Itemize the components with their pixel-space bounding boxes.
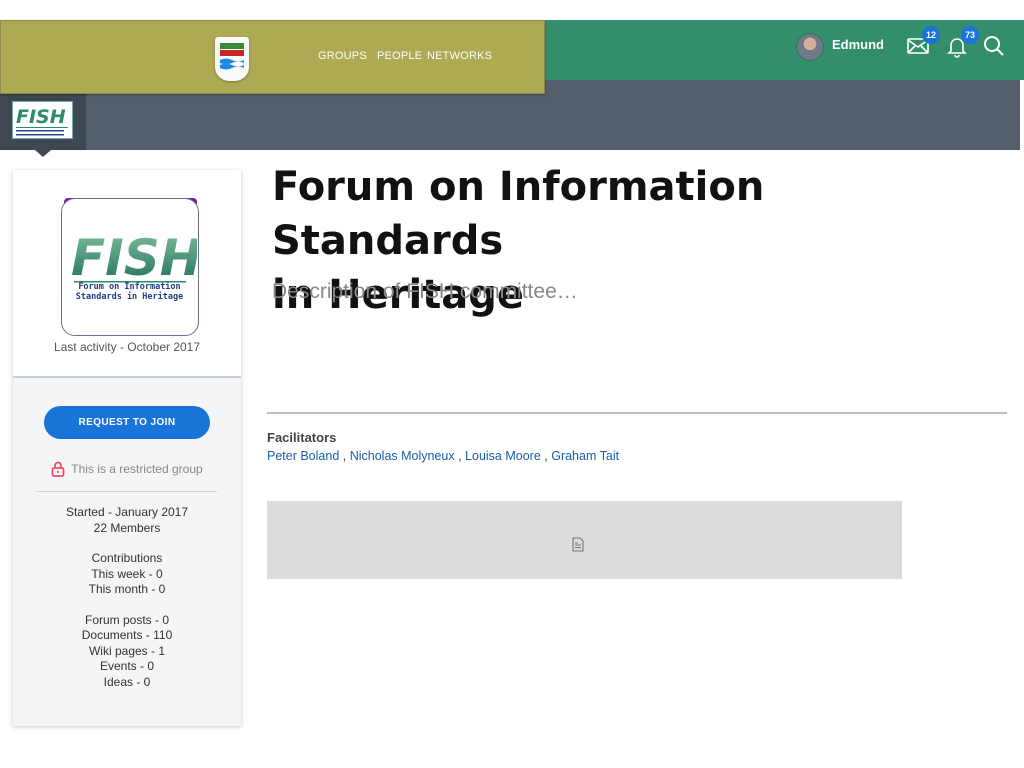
group-logo-section: FISH Forum on Information Standards in H… [13, 170, 241, 378]
search-button[interactable] [982, 34, 1008, 60]
section-divider [267, 412, 1007, 414]
notifications-button[interactable]: 73 [945, 26, 979, 60]
group-stats: Started - January 2017 22 Members Contri… [13, 505, 241, 690]
contributions-week: This week - 0 [91, 566, 163, 581]
restricted-notice: This is a restricted group [13, 461, 241, 477]
events-count: Events - 0 [99, 659, 155, 673]
group-actions: REQUEST TO JOIN This is a restricted gro… [13, 378, 241, 726]
group-info-card: FISH Forum on Information Standards in H… [13, 170, 241, 726]
messages-badge: 12 [922, 26, 940, 44]
restricted-text: This is a restricted group [71, 462, 203, 476]
avatar[interactable] [796, 33, 824, 61]
main-nav: GROUPS PEOPLE NETWORKS [0, 20, 545, 94]
home-shield-logo[interactable] [215, 37, 249, 81]
file-icon [572, 537, 584, 552]
user-menu[interactable]: Edmund [796, 33, 884, 61]
group-thumbnail-tab[interactable]: FISH [0, 94, 86, 150]
contributions-month: This month - 0 [88, 582, 166, 596]
documents-count: Documents - 110 [81, 628, 173, 642]
title-line-1: Forum on Information Standards [272, 164, 765, 264]
lock-icon [51, 461, 65, 477]
messages-button[interactable]: 12 [906, 26, 940, 60]
facilitator-link[interactable]: Louisa Moore [465, 449, 541, 463]
forum-posts-count: Forum posts - 0 [84, 612, 170, 627]
facilitator-link[interactable]: Peter Boland [267, 449, 339, 463]
facilitators-list: Peter Boland , Nicholas Molyneux , Louis… [267, 449, 620, 463]
request-to-join-button[interactable]: REQUEST TO JOIN [44, 406, 210, 439]
logo-caption: Forum on Information Standards in Herita… [75, 282, 184, 302]
search-icon [984, 36, 1004, 56]
group-thumbnail: FISH [12, 101, 73, 139]
facilitator-link[interactable]: Graham Tait [551, 449, 619, 463]
nav-groups[interactable]: GROUPS [318, 50, 367, 62]
thumbnail-logo-text: FISH [16, 106, 66, 128]
ideas-count: Ideas - 0 [103, 674, 151, 689]
notifications-badge: 73 [961, 26, 979, 44]
divider [37, 491, 217, 492]
logo-text: FISH [71, 229, 197, 287]
user-name[interactable]: Edmund [832, 37, 884, 52]
tab-pointer [35, 150, 51, 157]
nav-networks[interactable]: NETWORKS [427, 50, 492, 62]
group-description: Description of FISH committee… [272, 280, 578, 303]
nav-people[interactable]: PEOPLE [377, 50, 422, 62]
group-logo: FISH Forum on Information Standards in H… [61, 198, 202, 336]
facilitators-heading: Facilitators [267, 430, 337, 445]
last-activity: Last activity - October 2017 [53, 340, 201, 354]
facilitator-link[interactable]: Nicholas Molyneux [350, 449, 455, 463]
wiki-pages-count: Wiki pages - 1 [88, 643, 166, 658]
embedded-content-placeholder[interactable] [267, 501, 902, 579]
started-date: Started - January 2017 [65, 505, 189, 519]
contributions-label: Contributions [91, 551, 163, 565]
member-count: 22 Members [93, 520, 161, 535]
